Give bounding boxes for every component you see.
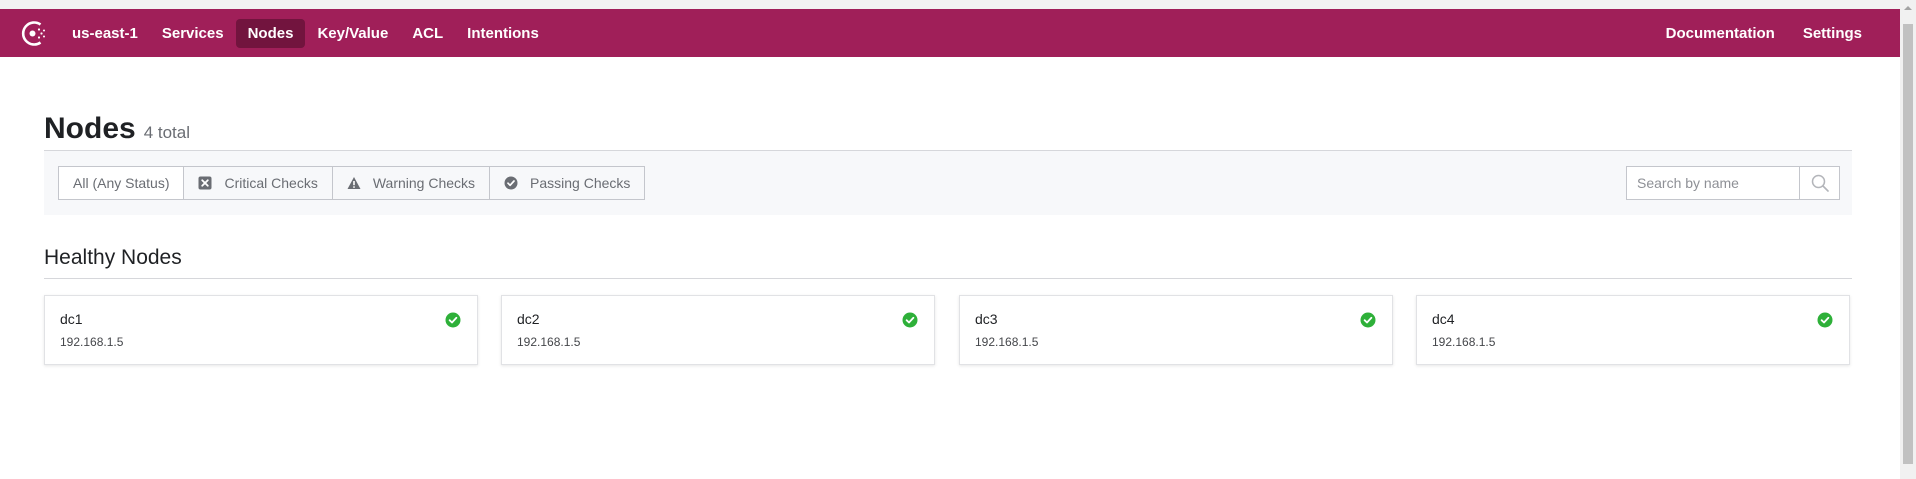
section-title-healthy-nodes: Healthy Nodes [44, 246, 182, 269]
scroll-up-arrow-icon[interactable] [1900, 0, 1916, 16]
passing-status-icon [1360, 312, 1376, 328]
node-card-list: dc1 192.168.1.5 dc2 192.168.1.5 dc3 192.… [44, 295, 1852, 365]
browser-top-strip [0, 0, 1900, 9]
filter-all[interactable]: All (Any Status) [59, 167, 185, 199]
datacenter-selector[interactable]: us-east-1 [60, 19, 150, 48]
filter-bar: All (Any Status) Critical Checks Warning… [44, 151, 1852, 215]
node-card-dc4[interactable]: dc4 192.168.1.5 [1416, 295, 1850, 365]
passing-check-icon [504, 176, 518, 190]
search-button[interactable] [1800, 166, 1840, 200]
node-address: 192.168.1.5 [1432, 335, 1496, 349]
node-address: 192.168.1.5 [517, 335, 581, 349]
node-name: dc3 [975, 311, 998, 327]
filter-warning[interactable]: Warning Checks [333, 167, 491, 199]
node-card-dc3[interactable]: dc3 192.168.1.5 [959, 295, 1393, 365]
passing-status-icon [902, 312, 918, 328]
consul-logo-icon[interactable] [20, 20, 47, 47]
critical-x-icon [198, 176, 212, 190]
nav-services[interactable]: Services [150, 19, 236, 48]
scrollbar-thumb[interactable] [1903, 24, 1913, 464]
nav-acl[interactable]: ACL [400, 19, 455, 48]
filter-passing-label: Passing Checks [530, 175, 631, 191]
filter-warning-label: Warning Checks [372, 175, 476, 191]
filter-critical-label: Critical Checks [224, 175, 318, 191]
node-count: 4 total [143, 123, 190, 142]
node-card-dc2[interactable]: dc2 192.168.1.5 [501, 295, 935, 365]
search-box [1626, 166, 1800, 200]
page-header: Nodes 4 total [44, 112, 190, 146]
nav-nodes[interactable]: Nodes [235, 18, 306, 48]
node-address: 192.168.1.5 [975, 335, 1039, 349]
passing-status-icon [1817, 312, 1833, 328]
section-divider [44, 278, 1852, 279]
passing-status-icon [445, 312, 461, 328]
search-icon [1811, 174, 1829, 192]
nav-intentions[interactable]: Intentions [455, 19, 551, 48]
top-navigation: us-east-1 Services Nodes Key/Value ACL I… [0, 9, 1900, 57]
status-filter-group: All (Any Status) Critical Checks Warning… [58, 166, 646, 200]
filter-passing[interactable]: Passing Checks [490, 167, 644, 199]
node-address: 192.168.1.5 [60, 335, 124, 349]
filter-all-label: All (Any Status) [73, 175, 170, 191]
page-title: Nodes [44, 112, 136, 145]
nav-settings[interactable]: Settings [1791, 19, 1874, 48]
vertical-scrollbar[interactable] [1900, 0, 1916, 479]
filter-critical[interactable]: Critical Checks [184, 167, 333, 199]
search-input[interactable] [1627, 167, 1797, 199]
nav-documentation[interactable]: Documentation [1654, 19, 1787, 48]
nav-key-value[interactable]: Key/Value [305, 19, 400, 48]
warning-triangle-icon [347, 177, 361, 189]
node-card-dc1[interactable]: dc1 192.168.1.5 [44, 295, 478, 365]
node-name: dc4 [1432, 311, 1455, 327]
node-name: dc2 [517, 311, 540, 327]
node-name: dc1 [60, 311, 83, 327]
